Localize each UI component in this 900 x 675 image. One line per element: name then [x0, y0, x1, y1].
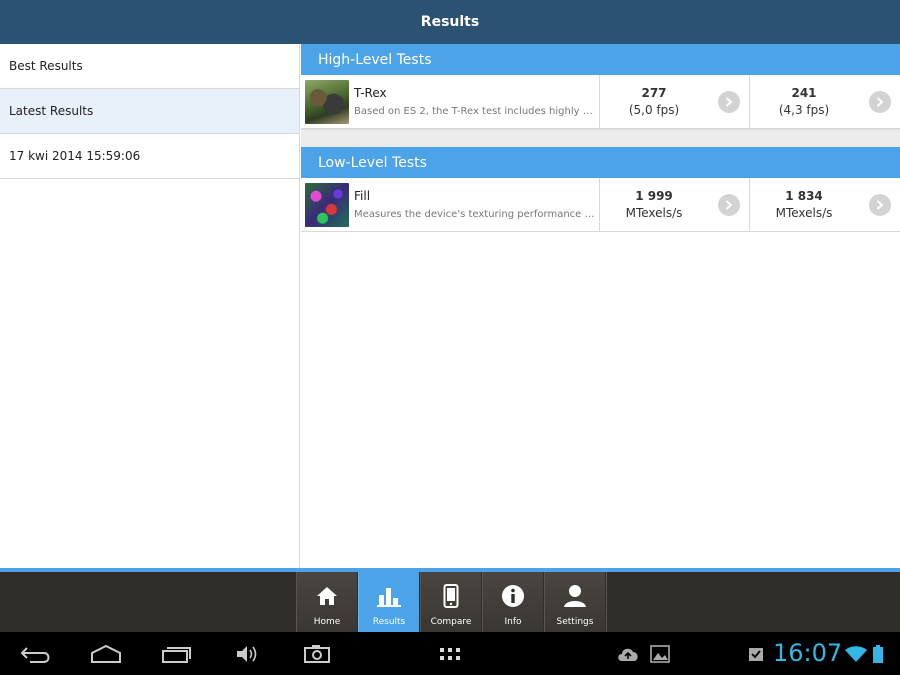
- fill-thumbnail: [305, 182, 349, 227]
- section-header-low-level: Low-Level Tests: [301, 147, 900, 178]
- test-name: T-Rex: [354, 86, 387, 100]
- back-icon[interactable]: [18, 640, 54, 668]
- page-title: Results: [420, 14, 480, 30]
- home-nav-icon[interactable]: [88, 640, 124, 668]
- person-icon: [563, 584, 587, 608]
- bottom-tabbar: Home Results Compare Info Settings: [0, 572, 900, 632]
- section-header-high-level: High-Level Tests: [301, 44, 900, 75]
- test-name: Fill: [354, 189, 371, 203]
- test-info-fill[interactable]: Fill Measures the device's texturing per…: [301, 178, 600, 231]
- recent-apps-icon[interactable]: [158, 640, 194, 668]
- tab-settings[interactable]: Settings: [544, 572, 605, 632]
- trex-thumbnail: [305, 79, 349, 124]
- score-cell-trex-2[interactable]: 241 (4,3 fps): [750, 75, 900, 128]
- score-unit: (4,3 fps): [778, 102, 830, 117]
- system-navbar: 16:07: [0, 632, 900, 675]
- cloud-upload-icon: [615, 640, 641, 668]
- gallery-icon: [648, 640, 672, 668]
- title-bar: Results: [0, 0, 900, 44]
- sidebar-item-label: 17 kwi 2014 15:59:06: [9, 149, 141, 163]
- sidebar-item-label: Latest Results: [9, 104, 94, 118]
- tab-label: Compare: [430, 617, 472, 627]
- section-title: Low-Level Tests: [318, 154, 427, 171]
- tab-label: Settings: [556, 617, 594, 627]
- score-cell-trex-1[interactable]: 277 (5,0 fps): [600, 75, 750, 128]
- test-info-trex[interactable]: T-Rex Based on ES 2, the T-Rex test incl…: [301, 75, 600, 128]
- test-row-fill: Fill Measures the device's texturing per…: [301, 178, 900, 232]
- score-value: 277: [641, 85, 667, 100]
- chevron-right-icon[interactable]: [869, 194, 891, 216]
- sidebar: Best Results Latest Results 17 kwi 2014 …: [0, 44, 300, 568]
- volume-icon[interactable]: [232, 640, 262, 668]
- score-unit: MTexels/s: [625, 205, 683, 220]
- test-description: Measures the device's texturing performa…: [354, 209, 598, 220]
- tab-label: Home: [313, 617, 341, 627]
- battery-icon: [871, 640, 885, 668]
- status-clock: 16:07: [773, 639, 843, 667]
- tab-info[interactable]: Info: [482, 572, 543, 632]
- score-cell-fill-2[interactable]: 1 834 MTexels/s: [750, 178, 900, 231]
- home-icon: [315, 584, 339, 608]
- chevron-right-icon[interactable]: [869, 91, 891, 113]
- score-value: 1 834: [785, 188, 823, 203]
- score-unit: MTexels/s: [775, 205, 833, 220]
- screenshot-icon[interactable]: [300, 640, 334, 668]
- score-value: 1 999: [635, 188, 673, 203]
- results-panel: High-Level Tests T-Rex Based on ES 2, th…: [301, 44, 900, 568]
- test-row-trex: T-Rex Based on ES 2, the T-Rex test incl…: [301, 75, 900, 129]
- sidebar-item-best-results[interactable]: Best Results: [0, 44, 299, 89]
- notification-icon: [745, 640, 767, 668]
- tab-home[interactable]: Home: [296, 572, 357, 632]
- score-cell-fill-1[interactable]: 1 999 MTexels/s: [600, 178, 750, 231]
- tab-label: Info: [504, 617, 522, 627]
- score-value: 241: [791, 85, 817, 100]
- bar-chart-icon: [377, 584, 401, 608]
- section-title: High-Level Tests: [318, 51, 432, 68]
- tab-results[interactable]: Results: [358, 572, 419, 632]
- phone-icon: [439, 584, 463, 608]
- wifi-icon: [843, 640, 869, 668]
- sidebar-item-result-date[interactable]: 17 kwi 2014 15:59:06: [0, 134, 299, 179]
- chevron-right-icon[interactable]: [718, 91, 740, 113]
- sidebar-item-latest-results[interactable]: Latest Results: [0, 89, 299, 134]
- test-description: Based on ES 2, the T-Rex test includes h…: [354, 106, 598, 117]
- chevron-right-icon[interactable]: [718, 194, 740, 216]
- sidebar-item-label: Best Results: [9, 59, 83, 73]
- section-divider: [301, 129, 900, 147]
- score-unit: (5,0 fps): [628, 102, 680, 117]
- tab-compare[interactable]: Compare: [420, 572, 481, 632]
- tab-label: Results: [372, 617, 406, 627]
- info-icon: [501, 584, 525, 608]
- app-drawer-icon[interactable]: [436, 640, 464, 668]
